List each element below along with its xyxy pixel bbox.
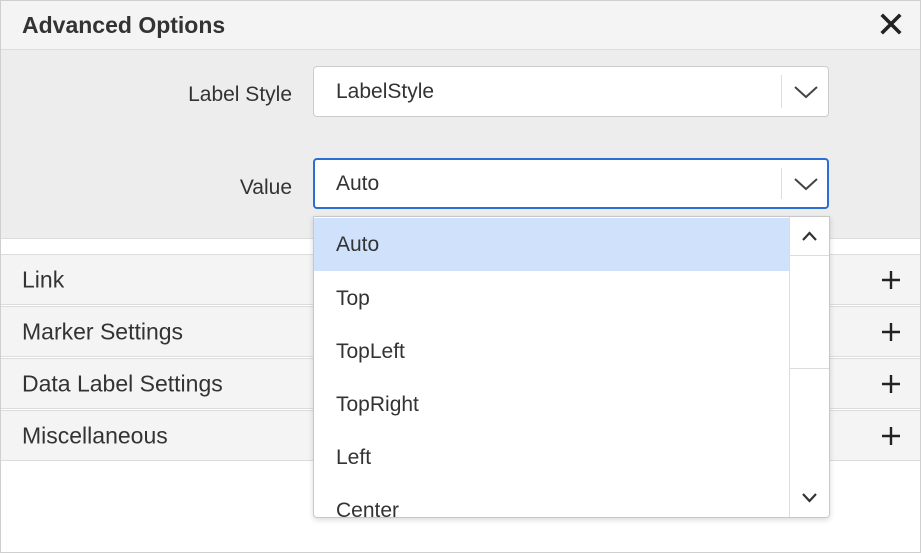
label-style-dropdown[interactable]: LabelStyle — [313, 66, 829, 117]
properties-panel: Label Style LabelStyle Value Auto — [1, 50, 920, 239]
dropdown-scrollbar[interactable] — [789, 217, 829, 517]
value-dropdown-value: Auto — [336, 171, 380, 195]
dropdown-divider — [781, 75, 782, 108]
value-label: Value — [239, 176, 292, 199]
dropdown-option-topright[interactable]: TopRight — [314, 378, 790, 431]
option-label: TopLeft — [336, 339, 405, 363]
plus-icon[interactable] — [880, 425, 902, 447]
dialog-header: Advanced Options — [1, 1, 920, 50]
dropdown-option-left[interactable]: Left — [314, 431, 790, 484]
plus-icon[interactable] — [880, 269, 902, 291]
option-label: TopRight — [336, 392, 419, 416]
chevron-up-icon — [802, 231, 817, 241]
scroll-thumb[interactable] — [790, 255, 829, 369]
plus-icon[interactable] — [880, 373, 902, 395]
section-label: Marker Settings — [22, 318, 184, 344]
option-label: Left — [336, 445, 372, 469]
option-label: Center — [336, 498, 400, 518]
close-icon[interactable] — [878, 11, 904, 37]
dropdown-divider — [781, 168, 782, 199]
label-style-label: Label Style — [188, 83, 292, 106]
dialog-title: Advanced Options — [22, 12, 226, 38]
dropdown-option-center[interactable]: Center — [314, 484, 790, 518]
dropdown-option-topleft[interactable]: TopLeft — [314, 325, 790, 378]
dropdown-option-auto[interactable]: Auto — [314, 218, 790, 271]
dropdown-option-top[interactable]: Top — [314, 272, 790, 325]
scroll-down-button[interactable] — [790, 479, 829, 517]
chevron-down-icon[interactable] — [792, 174, 820, 194]
section-label: Link — [22, 266, 65, 292]
section-label: Miscellaneous — [22, 422, 168, 448]
chevron-down-icon[interactable] — [792, 82, 820, 102]
scroll-up-button[interactable] — [790, 217, 829, 255]
value-dropdown[interactable]: Auto — [313, 158, 829, 209]
value-dropdown-popup: Auto Top TopLeft TopRight Left Center — [313, 216, 830, 518]
option-label: Auto — [336, 232, 380, 256]
label-style-value: LabelStyle — [336, 79, 435, 103]
plus-icon[interactable] — [880, 321, 902, 343]
option-label: Top — [336, 286, 370, 310]
section-label: Data Label Settings — [22, 370, 223, 396]
chevron-down-icon — [802, 493, 817, 503]
